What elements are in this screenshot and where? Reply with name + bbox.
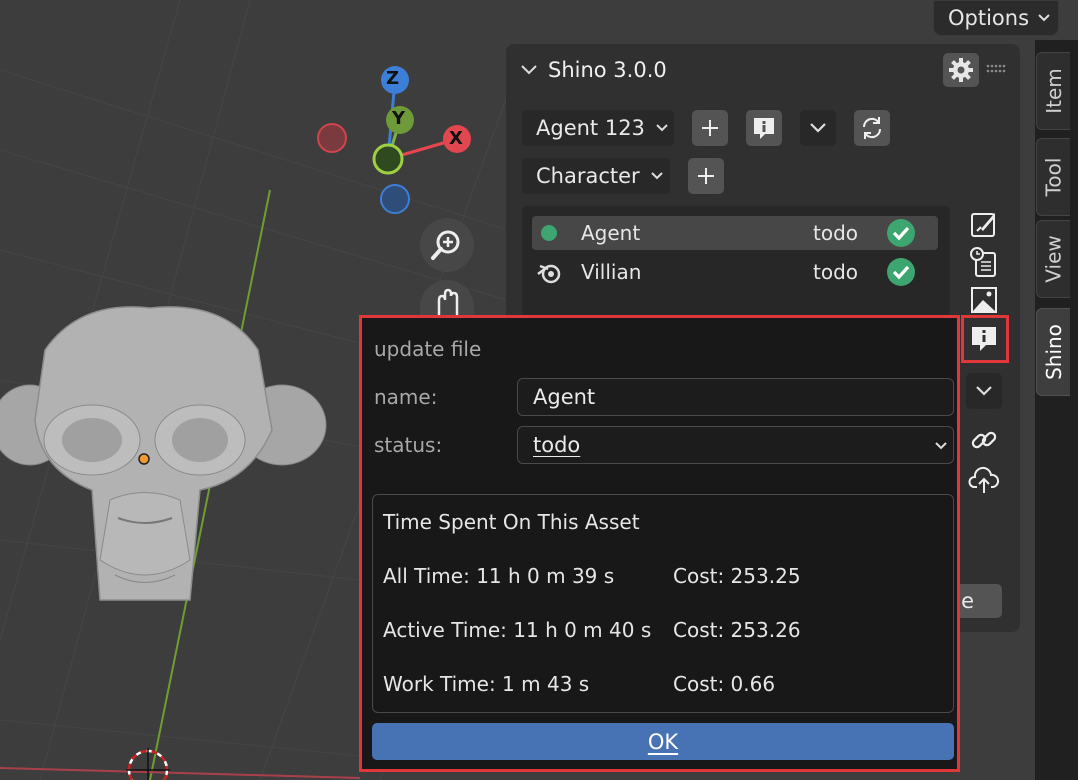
- gizmo-y-label: Y: [392, 108, 406, 129]
- list-item-name: Villian: [581, 260, 642, 284]
- add-agent-button[interactable]: [692, 110, 728, 146]
- history-button[interactable]: [968, 246, 1000, 278]
- hand-icon: [437, 288, 459, 318]
- info-button-highlight: [961, 315, 1009, 363]
- agent-dropdown[interactable]: Agent 123: [522, 110, 674, 146]
- list-item-name: Agent: [581, 221, 641, 245]
- image-icon: [971, 287, 997, 313]
- list-item[interactable]: Villian todo: [532, 255, 938, 289]
- check-circle-icon: [887, 219, 915, 247]
- panel-title: Shino 3.0.0: [548, 58, 667, 82]
- all-time-label: All Time: 11 h 0 m 39 s: [383, 564, 615, 588]
- ok-button[interactable]: OK: [372, 723, 954, 760]
- tab-tool[interactable]: Tool: [1036, 138, 1070, 216]
- more-dropdown-button[interactable]: [800, 110, 836, 146]
- check-circle-icon: [887, 258, 915, 286]
- name-field[interactable]: Agent: [517, 378, 954, 416]
- chevron-down-icon: [656, 124, 668, 132]
- gizmo-x-label: X: [449, 128, 463, 149]
- chevron-down-icon: [1038, 14, 1050, 22]
- zoom-icon: [431, 230, 460, 260]
- 3d-cursor: [126, 748, 170, 780]
- chevron-down-icon: [650, 172, 663, 180]
- image-button[interactable]: [968, 284, 1000, 316]
- gear-icon: [949, 58, 973, 82]
- panel-header[interactable]: Shino 3.0.0: [520, 52, 667, 88]
- popup-title: update file: [374, 337, 482, 361]
- tab-tool-label: Tool: [1041, 157, 1066, 197]
- work-time-label: Work Time: 1 m 43 s: [383, 672, 590, 696]
- name-field-value: Agent: [533, 385, 596, 409]
- upload-button[interactable]: [968, 464, 1000, 496]
- gizmo-z-label: Z: [386, 68, 400, 89]
- active-time-cost: Cost: 253.26: [673, 618, 801, 642]
- status-dropdown[interactable]: todo: [517, 426, 954, 464]
- status-dot-icon: [541, 225, 557, 241]
- agent-dropdown-value: Agent 123: [536, 116, 645, 140]
- settings-button[interactable]: [943, 53, 979, 87]
- status-dropdown-value: todo: [533, 433, 581, 457]
- chevron-down-icon: [976, 386, 992, 396]
- tab-shino-label: Shino: [1041, 324, 1066, 380]
- tab-shino[interactable]: Shino: [1036, 308, 1070, 396]
- info-icon: [754, 118, 774, 139]
- ok-button-label: OK: [647, 729, 679, 754]
- refresh-button[interactable]: [854, 110, 890, 146]
- zoom-button[interactable]: [420, 218, 474, 272]
- character-dropdown-value: Character: [536, 164, 640, 188]
- plus-icon: [698, 168, 714, 184]
- chevron-down-icon: [935, 442, 947, 450]
- rocket-icon: [971, 213, 995, 237]
- status-label: status:: [374, 433, 443, 457]
- tab-view-label: View: [1041, 235, 1066, 283]
- cloud-upload-icon: [968, 466, 1000, 493]
- info-button[interactable]: [746, 110, 782, 146]
- suzanne-mesh: [0, 306, 327, 601]
- list-item-status: todo: [813, 221, 859, 245]
- plus-icon: [702, 120, 718, 136]
- options-dropdown[interactable]: Options: [933, 0, 1059, 36]
- blender-icon: [537, 264, 561, 284]
- clock-document-icon: [970, 247, 996, 277]
- active-time-label: Active Time: 11 h 0 m 40 s: [383, 618, 652, 642]
- tab-item-label: Item: [1041, 68, 1066, 114]
- tab-view[interactable]: View: [1036, 220, 1070, 298]
- refresh-icon: [862, 117, 882, 139]
- chevron-down-icon: [521, 65, 537, 75]
- all-time-cost: Cost: 253.25: [673, 564, 801, 588]
- tab-item[interactable]: Item: [1036, 52, 1070, 130]
- time-spent-heading: Time Spent On This Asset: [383, 510, 640, 534]
- expand-dropdown-button[interactable]: [966, 373, 1002, 409]
- work-time-cost: Cost: 0.66: [673, 672, 776, 696]
- chevron-down-icon: [810, 123, 826, 133]
- options-label: Options: [948, 6, 1030, 30]
- link-icon: [971, 431, 997, 449]
- list-item-status: todo: [813, 260, 859, 284]
- add-character-button[interactable]: [688, 158, 724, 194]
- drag-handle-icon[interactable]: [986, 64, 1006, 74]
- list-item[interactable]: Agent todo: [532, 216, 938, 250]
- name-label: name:: [374, 385, 438, 409]
- partial-button-text: e: [961, 589, 974, 613]
- character-dropdown[interactable]: Character: [522, 158, 670, 194]
- link-button[interactable]: [968, 424, 1000, 456]
- render-button[interactable]: [968, 208, 1000, 240]
